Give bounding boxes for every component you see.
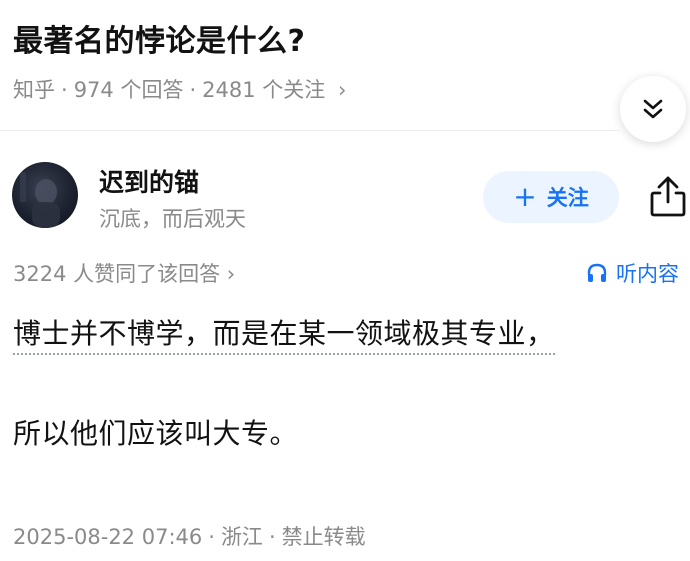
question-title[interactable]: 最著名的悖论是什么? [13,16,305,60]
answer-footer: 2025-08-22 07:46 · 浙江 · 禁止转载 [13,525,366,549]
answer-page: 最著名的悖论是什么? 知乎 · 974 个回答 · 2481 个关注 › 迟到的锚 沉底… [0,0,690,561]
divider [0,130,620,131]
chevron-right-icon: › [337,78,347,102]
avatar-image [20,172,60,228]
listen-label: 听内容 [616,262,679,286]
answer-text-line: 博士并不博学，而是在某一领域极其专业， [13,317,555,355]
answer-paragraph: 博士并不博学，而是在某一领域极其专业， [13,312,555,355]
share-icon[interactable] [648,174,688,218]
answer-paragraph: 所以他们应该叫大专。 [13,417,299,450]
source-label: 知乎 [13,78,55,102]
avatar[interactable] [12,162,78,228]
collapse-button[interactable] [620,76,686,142]
author-name[interactable]: 迟到的锚 [99,163,199,199]
upvote-count[interactable]: 3224 人赞同了该回答 › [13,258,235,288]
follow-label: 关注 [546,186,589,210]
copyright-notice: 禁止转载 [281,525,366,549]
post-location: 浙江 [220,525,263,549]
follower-count: 2481 个关注 [202,78,326,102]
double-chevron-down-icon [643,99,663,119]
question-meta[interactable]: 知乎 · 974 个回答 · 2481 个关注 › [13,74,346,104]
listen-button[interactable]: 听内容 [586,258,679,288]
post-date: 2025-08-22 07:46 [13,525,203,549]
answer-count: 974 个回答 [73,78,184,102]
plus-icon: + [513,180,537,213]
author-bio: 沉底，而后观天 [99,207,246,231]
follow-button[interactable]: + 关注 [483,171,619,223]
headphones-icon [587,263,607,282]
